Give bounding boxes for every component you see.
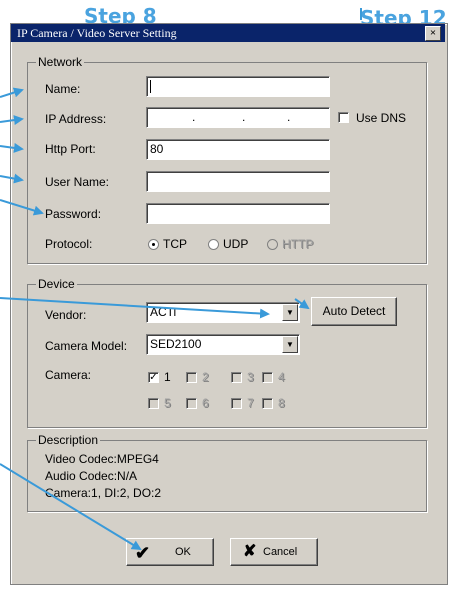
udp-radio[interactable] [208, 239, 219, 250]
use-dns-label: Use DNS [356, 111, 407, 125]
http-radio [267, 239, 278, 250]
text-cursor [150, 80, 151, 93]
auto-detect-button[interactable]: Auto Detect [311, 297, 397, 326]
tcp-label: TCP [163, 237, 187, 251]
camera-5-label: 5 [164, 396, 171, 410]
tcp-radio[interactable] [148, 239, 159, 250]
camera-6-label: 6 [202, 396, 209, 410]
camera-2-checkbox [186, 372, 197, 383]
description-group-label: Description [36, 433, 101, 447]
camera-4-checkbox [262, 372, 273, 383]
cancel-button-label: Cancel [263, 546, 298, 558]
camera-1-checkbox[interactable]: ✓ [148, 372, 159, 383]
vendor-label: Vendor: [45, 308, 87, 322]
camera-model-select[interactable]: SED2100 [146, 334, 300, 355]
x-icon: ✘ [243, 543, 257, 560]
http-label: HTTP [282, 237, 314, 251]
ok-button[interactable]: ✔ OK [126, 538, 214, 566]
audio-codec-text: Audio Codec:N/A [45, 469, 138, 483]
name-field[interactable] [146, 76, 330, 97]
ip-dot-3: . [287, 110, 291, 124]
use-dns-checkbox[interactable] [338, 112, 349, 123]
camera-2-label: 2 [202, 370, 209, 384]
user-name-field[interactable] [146, 171, 330, 192]
camera-5-checkbox [148, 398, 159, 409]
ip-dot-1: . [192, 110, 196, 124]
password-field[interactable] [146, 203, 330, 224]
video-codec-text: Video Codec:MPEG4 [45, 452, 159, 466]
camera-6-checkbox [186, 398, 197, 409]
camera-model-dropdown-icon[interactable]: ▼ [282, 336, 298, 353]
cancel-button[interactable]: ✘ Cancel [230, 538, 318, 566]
camera-io-text: Camera:1, DI:2, DO:2 [45, 486, 162, 500]
password-label: Password: [45, 207, 102, 221]
network-group-label: Network [36, 55, 85, 69]
device-group-label: Device [36, 277, 77, 291]
camera-3-checkbox [231, 372, 242, 383]
camera-4-label: 4 [278, 370, 285, 384]
title-bar: IP Camera / Video Server Setting × [11, 24, 445, 42]
name-label: Name: [45, 82, 81, 96]
user-name-label: User Name: [45, 175, 110, 189]
camera-3-label: 3 [247, 370, 254, 384]
vendor-dropdown-icon[interactable]: ▼ [282, 304, 298, 321]
camera-7-label: 7 [247, 396, 254, 410]
ip-dot-2: . [242, 110, 246, 124]
close-button[interactable]: × [425, 26, 441, 41]
http-port-field[interactable]: 80 [146, 139, 330, 160]
ip-address-label: IP Address: [45, 112, 107, 126]
vendor-select[interactable]: ACTi [146, 302, 300, 323]
window-title: IP Camera / Video Server Setting [17, 26, 177, 40]
camera-8-checkbox [262, 398, 273, 409]
camera-7-checkbox [231, 398, 242, 409]
camera-model-label: Camera Model: [45, 339, 128, 353]
camera-8-label: 8 [278, 396, 285, 410]
camera-label: Camera: [45, 368, 92, 382]
protocol-label: Protocol: [45, 237, 93, 251]
http-port-label: Http Port: [45, 142, 96, 156]
udp-label: UDP [223, 237, 249, 251]
checkmark-icon: ✔ [135, 543, 151, 563]
ip-address-field[interactable]: . . . [146, 107, 330, 128]
ok-button-label: OK [175, 546, 191, 558]
camera-1-label: 1 [164, 370, 171, 384]
